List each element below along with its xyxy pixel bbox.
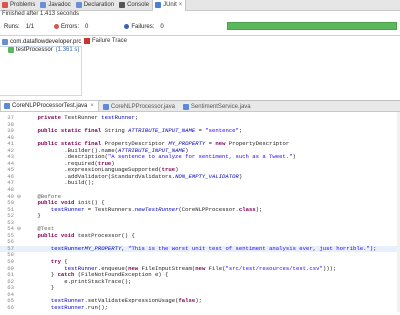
test-tree-panel: com.dataflowdeveloper.prc testProcessor … bbox=[0, 35, 400, 96]
view-tab-declaration[interactable]: Declaration bbox=[74, 0, 117, 10]
code-area[interactable]: 37 private TestRunner testRunner; 38 39 pu… bbox=[0, 114, 400, 312]
runs-label: Runs: bbox=[4, 23, 20, 30]
editor-tab-bar: CoreNLPProcessorTest.java × CoreNLPProcess… bbox=[0, 100, 400, 112]
editor-tab-label: CoreNLPProcessor.java bbox=[110, 103, 175, 110]
test-suite-icon bbox=[2, 39, 8, 45]
close-icon[interactable]: × bbox=[90, 103, 94, 109]
code-line: 66 testRunner.run(); bbox=[0, 303, 400, 312]
line-number: 66 bbox=[7, 303, 14, 311]
suite-label: com.dataflowdeveloper.prc bbox=[10, 39, 82, 45]
failure-trace-icon bbox=[84, 38, 90, 44]
junit-icon bbox=[155, 2, 162, 8]
editor-tab-label: CoreNLPProcessorTest.java bbox=[12, 103, 88, 109]
finished-status: Finished after 1.413 seconds bbox=[2, 11, 80, 17]
java-editor: CoreNLPProcessorTest.java × CoreNLPProcess… bbox=[0, 100, 400, 315]
errors-value: 0 bbox=[85, 23, 89, 30]
console-icon bbox=[119, 2, 126, 8]
editor-tab[interactable]: CoreNLPProcessor.java bbox=[100, 102, 179, 111]
problems-icon bbox=[2, 2, 8, 8]
code-text: testRunner.run(); bbox=[50, 303, 108, 311]
view-tab-problems[interactable]: Problems bbox=[0, 0, 38, 10]
view-tab-label: Problems bbox=[10, 2, 36, 8]
java-file-icon bbox=[4, 103, 10, 109]
failures-value: 0 bbox=[160, 23, 164, 30]
editor-tab[interactable]: CoreNLPProcessorTest.java × bbox=[0, 100, 99, 111]
failures-counter: Failures: 0 bbox=[124, 23, 164, 30]
view-tab-label: Javadoc bbox=[48, 2, 71, 8]
declaration-icon bbox=[75, 2, 82, 8]
javadoc-icon bbox=[40, 2, 47, 8]
errors-label: Errors: bbox=[61, 23, 80, 30]
java-file-icon bbox=[102, 103, 109, 110]
failure-trace-label: Failure Trace bbox=[92, 38, 128, 44]
failure-icon bbox=[124, 24, 130, 29]
editor-tab[interactable]: SentimentService.java bbox=[180, 102, 255, 111]
view-tab-junit[interactable]: JUnit × bbox=[152, 0, 187, 11]
editor-tab-label: SentimentService.java bbox=[190, 103, 251, 110]
suite-row[interactable]: com.dataflowdeveloper.prc bbox=[2, 39, 81, 45]
test-passed-icon bbox=[8, 47, 14, 53]
test-progress-bar bbox=[227, 22, 397, 30]
close-icon[interactable]: × bbox=[179, 2, 183, 8]
test-row[interactable]: testProcessor (1.361 s) bbox=[8, 47, 79, 53]
failure-trace-header: Failure Trace bbox=[84, 38, 127, 44]
test-label: testProcessor bbox=[16, 47, 53, 53]
test-time: (1.361 s) bbox=[55, 47, 80, 53]
error-icon bbox=[54, 24, 60, 29]
failures-label: Failures: bbox=[131, 23, 155, 30]
view-tab-console[interactable]: Console bbox=[117, 0, 152, 10]
runs-value: 1/1 bbox=[25, 23, 35, 30]
view-tab-javadoc[interactable]: Javadoc bbox=[38, 0, 73, 10]
runs-counter: Runs: 1/1 bbox=[4, 24, 34, 30]
test-tree-frame bbox=[0, 46, 82, 96]
view-tab-label: JUnit bbox=[163, 2, 177, 8]
java-file-icon bbox=[182, 103, 189, 110]
view-tab-label: Declaration bbox=[83, 2, 115, 8]
view-tab-label: Console bbox=[127, 2, 150, 8]
errors-counter: Errors: 0 bbox=[54, 24, 88, 30]
view-tab-bar: Problems Javadoc Declaration Console JUnit × bbox=[0, 0, 400, 11]
